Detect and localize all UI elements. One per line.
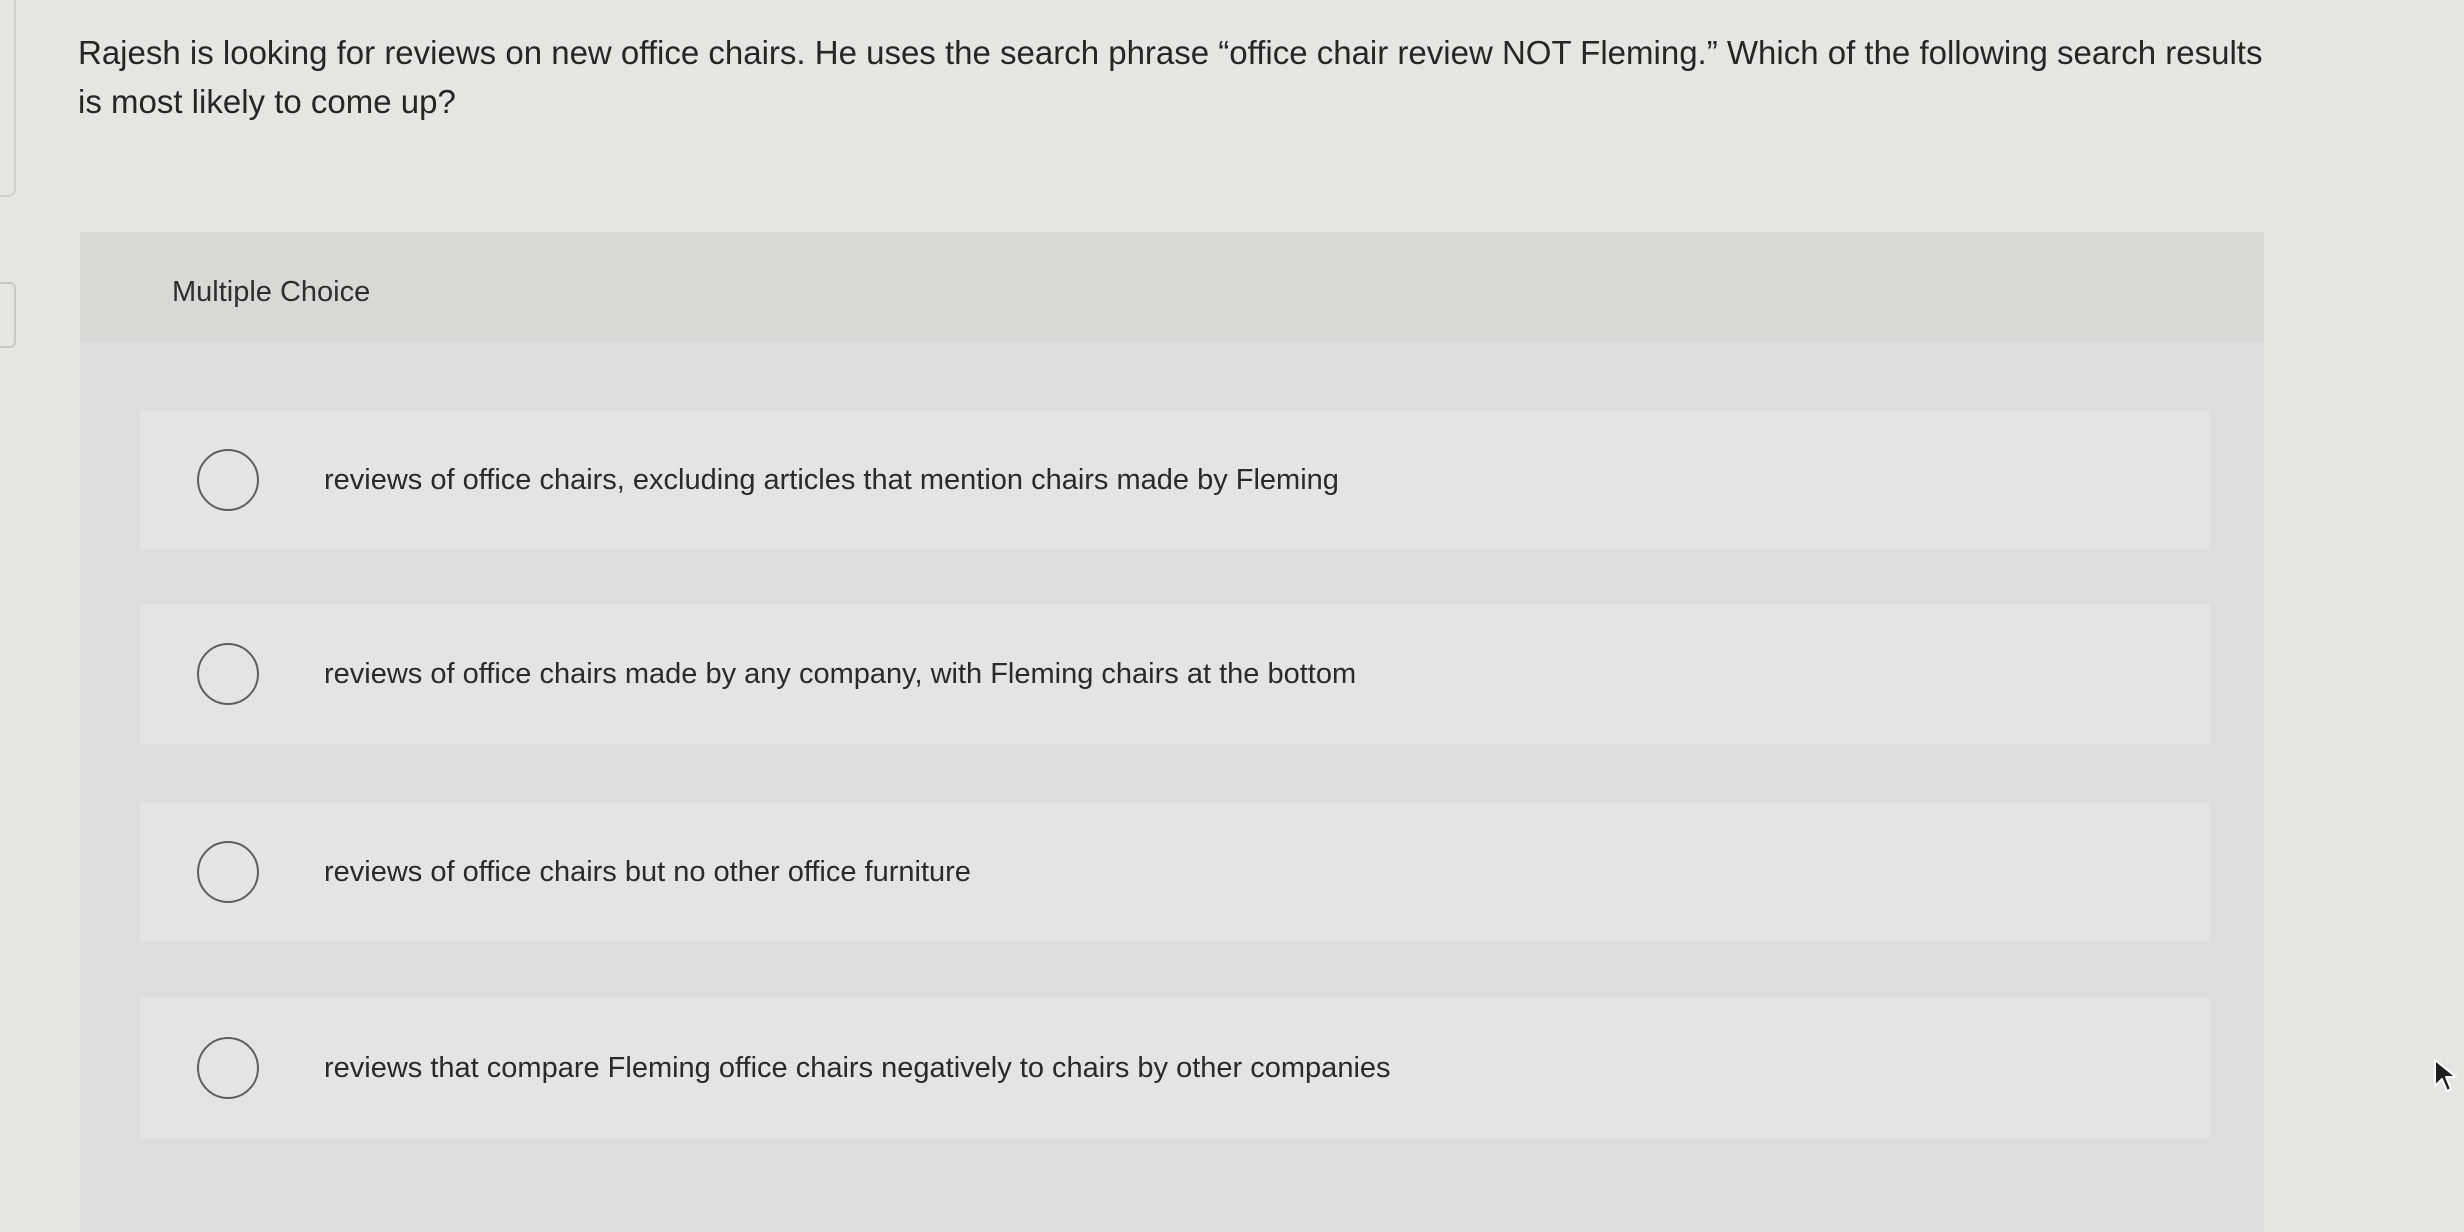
multiple-choice-panel: Multiple Choice reviews of office chairs… bbox=[80, 232, 2264, 1232]
mouse-pointer-icon bbox=[2434, 1059, 2457, 1092]
window-edge-tab bbox=[0, 282, 16, 348]
option-a-label: reviews of office chairs, excluding arti… bbox=[324, 464, 1339, 496]
option-b[interactable]: reviews of office chairs made by any com… bbox=[140, 604, 2210, 744]
radio-circle-icon[interactable] bbox=[197, 841, 259, 903]
option-d[interactable]: reviews that compare Fleming office chai… bbox=[140, 998, 2210, 1138]
option-d-label: reviews that compare Fleming office chai… bbox=[324, 1052, 1391, 1084]
question-text: Rajesh is looking for reviews on new off… bbox=[78, 34, 2263, 120]
radio-circle-icon[interactable] bbox=[197, 643, 259, 705]
multiple-choice-label: Multiple Choice bbox=[172, 276, 371, 308]
option-c[interactable]: reviews of office chairs but no other of… bbox=[140, 802, 2210, 942]
window-edge bbox=[0, 0, 16, 197]
option-b-label: reviews of office chairs made by any com… bbox=[324, 658, 1357, 690]
option-c-label: reviews of office chairs but no other of… bbox=[324, 856, 971, 888]
multiple-choice-header: Multiple Choice bbox=[80, 232, 2264, 342]
radio-circle-icon[interactable] bbox=[197, 449, 259, 511]
option-a[interactable]: reviews of office chairs, excluding arti… bbox=[140, 410, 2210, 550]
radio-circle-icon[interactable] bbox=[197, 1037, 259, 1099]
